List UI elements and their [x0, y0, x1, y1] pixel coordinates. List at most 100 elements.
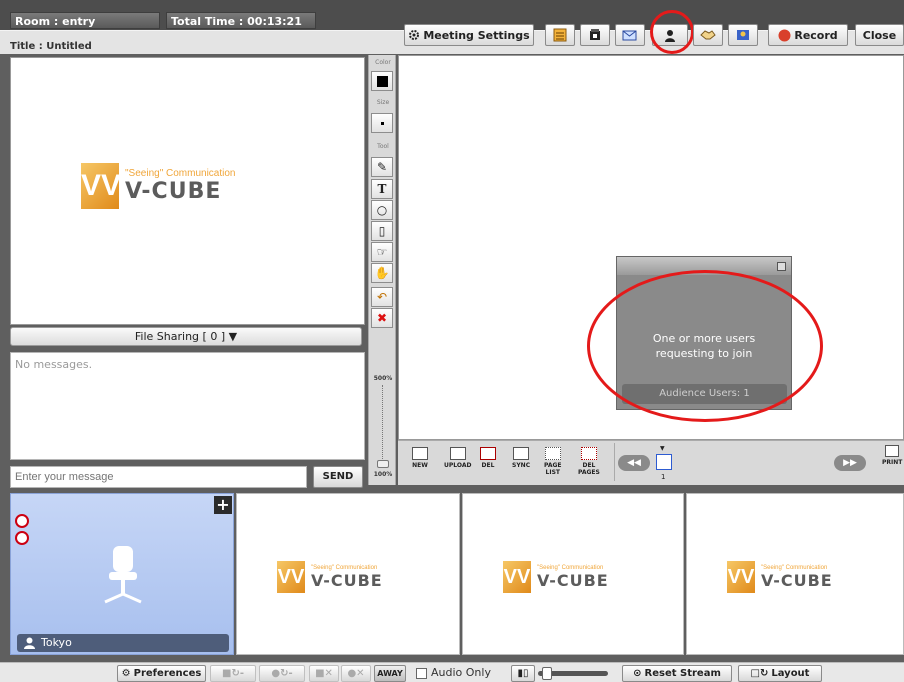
page-thumbnail-1[interactable]	[656, 454, 672, 470]
zoom-slider-track[interactable]	[382, 385, 383, 465]
camera-off-icon: ■✕	[315, 668, 333, 679]
grid-icon	[544, 447, 561, 460]
message-input[interactable]	[10, 466, 307, 488]
record-label: Record	[794, 28, 838, 42]
share-button[interactable]	[615, 24, 645, 46]
mic-muted-icon[interactable]	[15, 514, 29, 528]
print-button[interactable]: PRINT	[882, 445, 902, 466]
room-label: Room : entry	[10, 12, 160, 29]
camera-off-button[interactable]: ■✕	[309, 665, 339, 682]
total-time-label: Total Time : 00:13:21	[166, 12, 316, 29]
color-swatch	[376, 75, 388, 87]
v-cube-logo: VV "Seeing" Communication V-CUBE	[503, 561, 609, 593]
delete-icon	[480, 447, 496, 460]
zoom-max-label: 500%	[373, 375, 393, 382]
chair-icon	[104, 546, 142, 604]
sync-button[interactable]: SYNC	[512, 447, 530, 469]
record-button[interactable]: Record	[768, 24, 848, 46]
pointer-hand-icon: ☞	[376, 245, 388, 259]
document-list-button[interactable]	[545, 24, 575, 46]
close-icon: ✖	[376, 311, 388, 325]
zoom-slider-handle[interactable]	[377, 460, 389, 468]
zoom-min-label: 100%	[373, 471, 393, 478]
upload-icon	[449, 447, 466, 460]
pan-tool[interactable]: ✋	[371, 263, 393, 283]
layout-icon: □↻	[750, 668, 769, 679]
color-section-label: Color	[375, 59, 391, 66]
next-pages-button[interactable]: ▶▶	[834, 455, 866, 471]
sync-icon	[513, 447, 530, 460]
main-video-panel: VV "Seeing" Communication V-CUBE	[10, 57, 365, 325]
meeting-settings-button[interactable]: Meeting Settings	[404, 24, 534, 46]
whiteboard-tool-panel: Color Size Tool ✎ T ○ ▯ ☞ ✋ ↶ ✖ 500% 100…	[368, 55, 396, 485]
envelope-icon	[622, 30, 637, 41]
camera-muted-icon[interactable]	[15, 531, 29, 545]
away-button[interactable]: AWAY	[374, 665, 406, 682]
gear-icon: ⚙	[121, 668, 131, 679]
mic-control-button[interactable]: ●↻-	[259, 665, 305, 682]
audio-only-label: Audio Only	[431, 666, 491, 679]
logo-brand: V-CUBE	[125, 179, 222, 204]
logo-tagline: "Seeing" Communication	[125, 168, 236, 179]
circle-icon: ○	[376, 203, 388, 217]
page-list-button[interactable]: PAGE LIST	[544, 447, 562, 476]
text-icon: T	[377, 182, 387, 196]
preferences-label: Preferences	[133, 668, 202, 679]
undo-icon: ↶	[376, 290, 388, 304]
reset-stream-button[interactable]: ⊙ Reset Stream	[622, 665, 732, 682]
handshake-button[interactable]	[693, 24, 723, 46]
meeting-settings-label: Meeting Settings	[423, 28, 530, 42]
layout-button[interactable]: □↻ Layout	[738, 665, 822, 682]
movie-button[interactable]	[580, 24, 610, 46]
delete-page-button[interactable]: DEL	[480, 447, 496, 469]
page-number: 1	[661, 473, 666, 481]
file-sharing-toggle[interactable]: File Sharing [ 0 ] ▼	[10, 327, 362, 346]
upload-button[interactable]: UPLOAD	[444, 447, 471, 469]
shape-tool[interactable]: ○	[371, 200, 393, 220]
size-section-label: Size	[376, 99, 390, 106]
preferences-button[interactable]: ⚙ Preferences	[117, 665, 206, 682]
eraser-tool[interactable]: ▯	[371, 221, 393, 241]
reset-icon: ⊙	[633, 668, 642, 679]
v-cube-logo: VV "Seeing" Communication V-CUBE	[277, 561, 383, 593]
film-icon	[590, 29, 600, 40]
participant-name-bar: Tokyo	[17, 634, 229, 652]
v-cube-mark: VV	[81, 163, 121, 209]
fast-forward-icon: ▶▶	[843, 458, 857, 468]
pencil-icon: ✎	[376, 160, 388, 174]
user-icon	[24, 637, 35, 649]
video-slot-empty: VV "Seeing" Communication V-CUBE	[686, 493, 904, 655]
volume-slider-handle[interactable]	[542, 667, 552, 680]
current-page-marker: ▼	[660, 445, 665, 452]
undo-tool[interactable]: ↶	[371, 287, 393, 307]
size-picker[interactable]	[371, 113, 393, 133]
close-label: Close	[862, 28, 897, 42]
pointer-tool[interactable]: ☞	[371, 242, 393, 262]
chevron-down-icon: ▼	[228, 330, 238, 343]
v-cube-logo: VV "Seeing" Communication V-CUBE	[727, 561, 833, 593]
add-icon[interactable]: +	[214, 496, 232, 514]
camera-control-button[interactable]: ■↻-	[210, 665, 256, 682]
presenter-button[interactable]	[728, 24, 758, 46]
handshake-icon	[700, 30, 716, 40]
previous-pages-button[interactable]: ◀◀	[618, 455, 650, 471]
new-page-button[interactable]: NEW	[412, 447, 428, 469]
close-button[interactable]: Close	[855, 24, 904, 46]
rewind-icon: ◀◀	[627, 458, 641, 468]
presenter-icon	[737, 30, 749, 40]
delete-pages-button[interactable]: DEL PAGES	[578, 447, 600, 476]
list-icon	[553, 28, 567, 42]
participant-name: Tokyo	[41, 636, 72, 649]
volume-icon[interactable]: ▮▯	[511, 665, 535, 682]
popup-close-icon[interactable]	[777, 262, 786, 271]
send-button[interactable]: SEND	[313, 466, 363, 488]
clear-tool[interactable]: ✖	[371, 308, 393, 328]
hand-icon: ✋	[374, 266, 390, 280]
eraser-icon: ▯	[378, 224, 386, 238]
mic-off-button[interactable]: ●✕	[341, 665, 371, 682]
self-video-tile[interactable]: + Tokyo	[10, 493, 234, 655]
text-tool[interactable]: T	[371, 179, 393, 199]
audio-only-checkbox[interactable]	[416, 668, 427, 679]
pencil-tool[interactable]: ✎	[371, 157, 393, 177]
color-picker[interactable]	[371, 71, 393, 91]
